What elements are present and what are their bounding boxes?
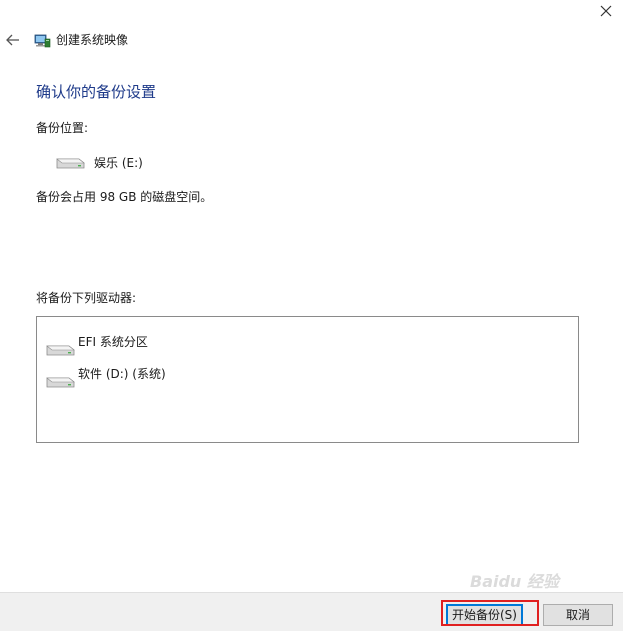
target-drive-label: 娱乐 (E:) [94, 156, 143, 170]
drive-label: 软件 (D:) (系统) [78, 367, 166, 381]
backup-computer-icon [34, 34, 51, 48]
drives-list[interactable]: EFI 系统分区 软件 (D:) (系统) [36, 316, 579, 443]
create-system-image-window: 创建系统映像 确认你的备份设置 备份位置: 娱乐 (E:) 备份会占用 98 G… [0, 0, 623, 631]
watermark: Baidu 经验 [470, 572, 559, 591]
close-icon [600, 5, 612, 17]
start-backup-button[interactable]: 开始备份(S) [446, 604, 523, 626]
hard-drive-icon [56, 158, 85, 169]
backup-target-drive: 娱乐 (E:) [54, 155, 143, 171]
cancel-button[interactable]: 取消 [543, 604, 613, 626]
backup-location-label: 备份位置: [36, 121, 89, 135]
list-item[interactable]: EFI 系统分区 [44, 328, 148, 358]
list-item[interactable]: 软件 (D:) (系统) [44, 360, 166, 390]
arrow-left-icon [6, 34, 19, 46]
window-title: 创建系统映像 [56, 33, 129, 47]
space-required-text: 备份会占用 98 GB 的磁盘空间。 [36, 190, 213, 204]
page-heading: 确认你的备份设置 [36, 83, 157, 101]
drive-label: EFI 系统分区 [78, 335, 148, 349]
drives-to-backup-label: 将备份下列驱动器: [36, 291, 137, 305]
footer-bar: 开始备份(S) 取消 [0, 592, 623, 631]
hard-drive-icon [46, 345, 75, 356]
close-button[interactable] [589, 0, 623, 22]
back-button[interactable] [4, 31, 22, 49]
hard-drive-icon [46, 377, 75, 388]
